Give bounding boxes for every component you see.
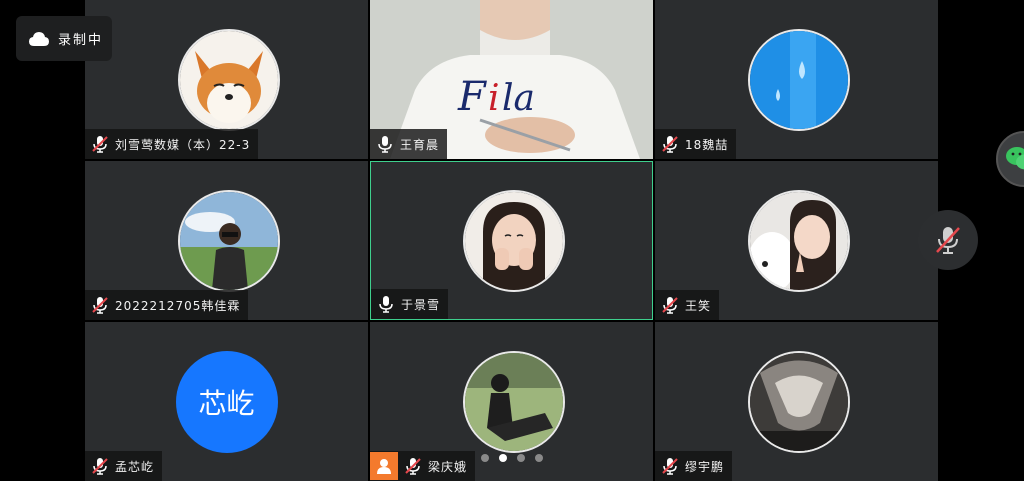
recording-label: 录制中 bbox=[58, 33, 104, 48]
participant-tile[interactable]: F i la 王育晨 bbox=[370, 0, 653, 159]
participant-name: 王笑 bbox=[685, 298, 712, 313]
wechat-float-button[interactable] bbox=[996, 131, 1024, 187]
user-badge bbox=[370, 452, 398, 480]
participant-name: 2022212705韩佳霖 bbox=[115, 298, 241, 313]
participant-tile-active[interactable]: 于景雪 bbox=[370, 161, 653, 320]
nameplate: 梁庆娥 bbox=[370, 451, 476, 481]
participant-tile[interactable]: 2022212705韩佳霖 bbox=[85, 161, 368, 320]
text-avatar: 芯屹 bbox=[175, 350, 278, 453]
mic-icon bbox=[379, 296, 393, 313]
page-dot[interactable] bbox=[481, 454, 489, 462]
nameplate: 王笑 bbox=[655, 290, 720, 320]
participant-tile[interactable]: 王笑 bbox=[655, 161, 938, 320]
avatar bbox=[747, 189, 850, 292]
avatar bbox=[462, 189, 565, 292]
mute-toggle-button[interactable] bbox=[918, 210, 978, 270]
page-dot[interactable] bbox=[517, 454, 525, 462]
avatar bbox=[177, 28, 280, 131]
participant-name: 18魏喆 bbox=[685, 137, 729, 152]
participant-name: 缪宇鹏 bbox=[685, 459, 725, 474]
participant-name: 王育晨 bbox=[400, 137, 440, 152]
participant-name: 刘雪莺数媒（本）22-3 bbox=[115, 137, 251, 152]
mic-muted-icon bbox=[92, 458, 108, 475]
participant-tile[interactable]: 缪宇鹏 bbox=[655, 322, 938, 481]
svg-text:la: la bbox=[502, 78, 535, 119]
avatar bbox=[177, 189, 280, 292]
svg-text:F: F bbox=[457, 74, 487, 120]
avatar-text: 芯屹 bbox=[198, 386, 255, 420]
mic-muted-icon bbox=[662, 136, 678, 153]
participant-name: 梁庆娥 bbox=[428, 459, 468, 474]
nameplate: 2022212705韩佳霖 bbox=[85, 290, 249, 320]
page-dot-current[interactable] bbox=[499, 454, 507, 462]
participant-tile[interactable]: 刘雪莺数媒（本）22-3 bbox=[85, 0, 368, 159]
mic-muted-icon bbox=[662, 297, 678, 314]
user-icon bbox=[377, 459, 391, 474]
participant-grid: 刘雪莺数媒（本）22-3 F i la 王育晨 18魏喆 2022212705韩… bbox=[85, 0, 939, 481]
participant-name: 孟芯屹 bbox=[115, 459, 155, 474]
nameplate: 孟芯屹 bbox=[85, 451, 163, 481]
avatar bbox=[747, 28, 850, 131]
nameplate: 刘雪莺数媒（本）22-3 bbox=[85, 129, 259, 159]
mic-muted-icon bbox=[936, 227, 960, 254]
wechat-icon bbox=[1006, 147, 1024, 170]
mic-muted-icon bbox=[662, 458, 678, 475]
nameplate: 于景雪 bbox=[371, 289, 449, 319]
cloud-icon bbox=[29, 31, 49, 46]
svg-text:i: i bbox=[488, 78, 500, 119]
participant-tile[interactable]: 18魏喆 bbox=[655, 0, 938, 159]
mic-muted-icon bbox=[92, 297, 108, 314]
page-dot[interactable] bbox=[535, 454, 543, 462]
participant-tile[interactable]: 芯屹 孟芯屹 bbox=[85, 322, 368, 481]
mic-icon bbox=[378, 136, 392, 153]
recording-indicator[interactable]: 录制中 bbox=[16, 16, 112, 61]
avatar bbox=[462, 350, 565, 453]
mic-muted-icon bbox=[92, 136, 108, 153]
nameplate: 18魏喆 bbox=[655, 129, 737, 159]
nameplate: 王育晨 bbox=[370, 129, 448, 159]
nameplate: 缪宇鹏 bbox=[655, 451, 733, 481]
avatar bbox=[747, 350, 850, 453]
participant-name: 于景雪 bbox=[401, 297, 441, 312]
page-indicator bbox=[481, 454, 543, 462]
mic-muted-icon bbox=[405, 458, 421, 475]
